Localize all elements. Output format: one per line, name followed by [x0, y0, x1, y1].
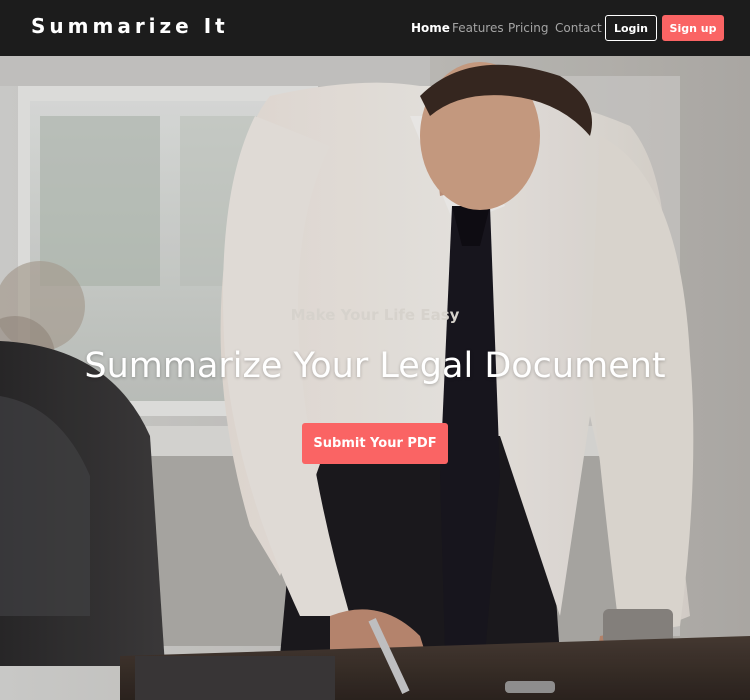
- nav-link-pricing[interactable]: Pricing: [508, 21, 548, 35]
- nav-link-features[interactable]: Features: [452, 21, 504, 35]
- signup-button[interactable]: Sign up: [662, 15, 724, 41]
- nav-link-contact[interactable]: Contact: [555, 21, 602, 35]
- hero-section: Make Your Life Easy Summarize Your Legal…: [0, 56, 750, 700]
- login-button[interactable]: Login: [605, 15, 657, 41]
- hero-eyebrow: Make Your Life Easy: [290, 306, 460, 324]
- hero-title: Summarize Your Legal Document: [84, 346, 666, 386]
- brand-logo[interactable]: Summarize It: [31, 14, 229, 38]
- top-navbar: Summarize It Home Features Pricing Conta…: [0, 0, 750, 56]
- nav-link-home[interactable]: Home: [411, 21, 450, 35]
- submit-pdf-button[interactable]: Submit Your PDF: [302, 423, 448, 464]
